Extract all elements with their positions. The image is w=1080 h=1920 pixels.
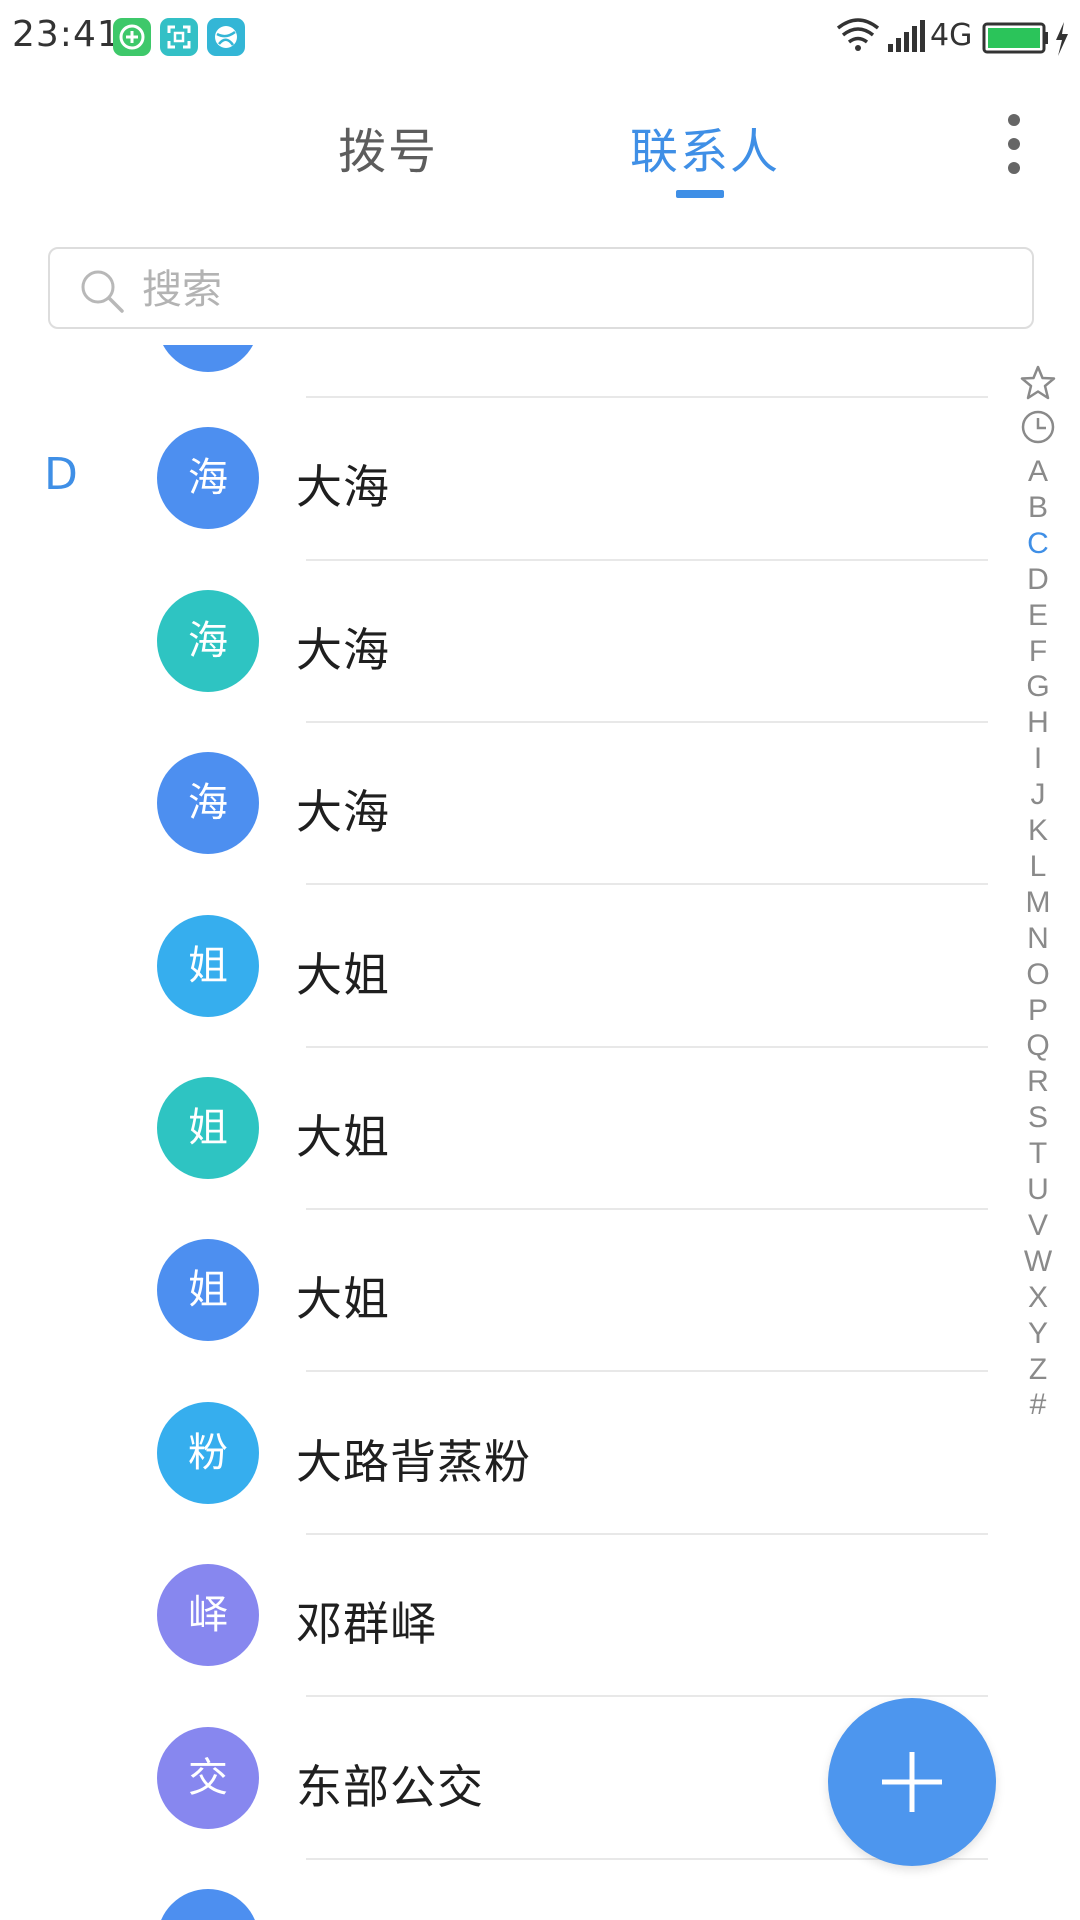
index-letter-w[interactable]: W <box>1016 1245 1060 1279</box>
avatar: 姐 <box>157 1077 259 1179</box>
contact-name: 东部公交 <box>296 1760 484 1814</box>
avatar: 姐 <box>157 1239 259 1341</box>
index-letter-u[interactable]: U <box>1016 1173 1060 1207</box>
avatar: 海 <box>157 590 259 692</box>
avatar: 峄 <box>157 1564 259 1666</box>
search-input[interactable] <box>140 259 1004 321</box>
more-options-button[interactable] <box>996 114 1032 174</box>
index-letter-e[interactable]: E <box>1016 599 1060 633</box>
wifi-icon <box>836 18 880 51</box>
index-letter-b[interactable]: B <box>1016 491 1060 525</box>
index-letter-v[interactable]: V <box>1016 1209 1060 1243</box>
tab-dial[interactable]: 拨号 <box>338 112 438 182</box>
contact-row[interactable]: 粉 大路背蒸粉 <box>0 1372 1000 1534</box>
search-icon <box>81 270 124 313</box>
index-letter-r[interactable]: R <box>1016 1065 1060 1099</box>
avatar: 交 <box>157 1727 259 1829</box>
index-letter-z[interactable]: Z <box>1016 1353 1060 1387</box>
tab-contacts[interactable]: 联系人 <box>630 112 780 182</box>
contact-name: 大姐 <box>296 1110 390 1164</box>
contact-row[interactable]: 姐 大姐 <box>0 885 1000 1047</box>
contact-list[interactable]: D 海 大海 海 大海 海 大海 姐 大姐 姐 大姐 姐 大姐 粉 大路背蒸粉 … <box>0 345 1000 1920</box>
contact-name: 大姐 <box>296 1272 390 1326</box>
network-type: 4G <box>930 18 973 53</box>
contact-name: 邓群峄 <box>296 1597 437 1651</box>
status-indicators <box>836 18 1068 56</box>
index-letter-p[interactable]: P <box>1016 994 1060 1028</box>
contact-name: 大姐 <box>296 948 390 1002</box>
star-icon[interactable] <box>1018 363 1058 403</box>
avatar: 粉 <box>157 1402 259 1504</box>
contact-name: 大海 <box>296 460 390 514</box>
index-letter-x[interactable]: X <box>1016 1281 1060 1315</box>
avatar: 海 <box>157 427 259 529</box>
signal-icon <box>888 20 925 52</box>
index-letter-l[interactable]: L <box>1016 850 1060 884</box>
index-letter-q[interactable]: Q <box>1016 1029 1060 1063</box>
avatar: 姐 <box>157 915 259 1017</box>
index-letter-k[interactable]: K <box>1016 814 1060 848</box>
index-letter-f[interactable]: F <box>1016 635 1060 669</box>
avatar[interactable] <box>157 1889 259 1920</box>
clock-icon[interactable] <box>1018 407 1058 447</box>
index-letter-o[interactable]: O <box>1016 958 1060 992</box>
tab-active-indicator <box>676 190 724 198</box>
status-bar: 23:41 4G <box>0 0 1080 80</box>
battery-charging-icon <box>982 22 1068 56</box>
contact-row[interactable]: 姐 大姐 <box>0 1209 1000 1371</box>
more-dot <box>1008 138 1020 150</box>
section-letter: D <box>44 449 78 500</box>
avatar[interactable] <box>157 345 259 372</box>
index-letter-t[interactable]: T <box>1016 1137 1060 1171</box>
avatar: 海 <box>157 752 259 854</box>
contact-name: 大海 <box>296 785 390 839</box>
more-dot <box>1008 114 1020 126</box>
contact-row[interactable]: 海 大海 <box>0 722 1000 884</box>
index-letter-hash[interactable]: # <box>1016 1388 1060 1422</box>
add-contact-button[interactable] <box>828 1698 996 1866</box>
index-letter-g[interactable]: G <box>1016 670 1060 704</box>
search-box[interactable] <box>48 247 1034 329</box>
contact-row[interactable]: D 海 大海 <box>0 397 1000 559</box>
contact-row[interactable]: 峄 邓群峄 <box>0 1534 1000 1696</box>
plus-icon <box>882 1752 942 1812</box>
index-letter-m[interactable]: M <box>1016 886 1060 920</box>
index-letter-h[interactable]: H <box>1016 706 1060 740</box>
index-letter-s[interactable]: S <box>1016 1101 1060 1135</box>
more-dot <box>1008 162 1020 174</box>
contact-name: 大路背蒸粉 <box>296 1435 531 1489</box>
index-letter-j[interactable]: J <box>1016 778 1060 812</box>
contact-row[interactable]: 姐 大姐 <box>0 1047 1000 1209</box>
index-letter-n[interactable]: N <box>1016 922 1060 956</box>
index-letter-c[interactable]: C <box>1016 527 1060 561</box>
index-letter-d[interactable]: D <box>1016 563 1060 597</box>
index-letter-i[interactable]: I <box>1016 742 1060 776</box>
index-letter-y[interactable]: Y <box>1016 1317 1060 1351</box>
contact-row[interactable]: 海 大海 <box>0 560 1000 722</box>
contact-name: 大海 <box>296 623 390 677</box>
index-letter-a[interactable]: A <box>1016 455 1060 489</box>
